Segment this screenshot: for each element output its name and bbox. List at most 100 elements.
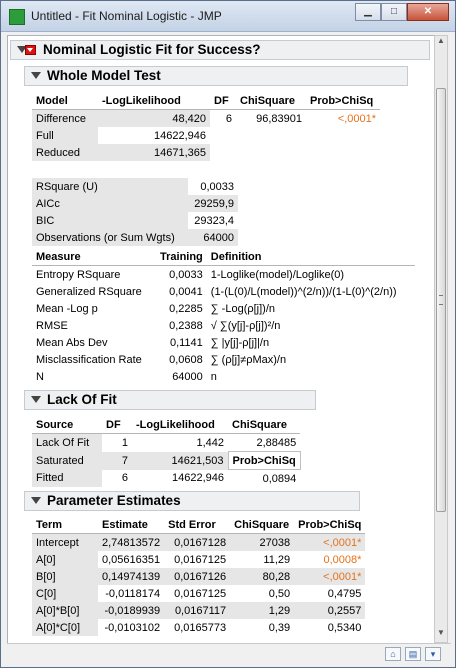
disclosure-icon[interactable] xyxy=(31,396,41,403)
table-row: Mean Abs Dev 0,1141 ∑ |y[j]-ρ[j]|/n xyxy=(32,334,415,351)
cell: 0,2285 xyxy=(169,302,203,315)
cell: 1,442 xyxy=(196,436,224,449)
col-header: Training xyxy=(160,250,203,263)
scroll-down-arrow-icon[interactable]: ▼ xyxy=(435,628,447,642)
cell: 0,2557 xyxy=(294,602,366,619)
cell: 14622,946 xyxy=(154,129,206,142)
red-triangle-menu-icon[interactable] xyxy=(25,45,36,55)
cell: A[0] xyxy=(32,551,98,568)
cell: Fitted xyxy=(32,469,102,487)
cell: Reduced xyxy=(32,144,98,161)
cell: RSquare (U) xyxy=(32,178,188,195)
cell: n xyxy=(210,370,217,383)
table-row: Full 14622,946 xyxy=(32,127,380,144)
status-bar: ⌂ ▤ ▾ xyxy=(7,643,451,666)
col-header: ChiSquare xyxy=(240,94,296,107)
close-button[interactable]: ✕ xyxy=(407,3,449,21)
cell: 1 xyxy=(121,436,128,449)
lack-of-fit-table: Source DF -LogLikelihood ChiSquare Lack … xyxy=(32,416,301,487)
cell: 64000 xyxy=(172,370,203,383)
disclosure-icon[interactable] xyxy=(31,497,41,504)
table-row: Difference 48,420 6 96,83901 <,0001* xyxy=(32,109,380,127)
col-header: Measure xyxy=(36,250,81,263)
cell: 2,88485 xyxy=(256,436,297,449)
scrollbar-thumb[interactable] xyxy=(436,88,446,512)
home-icon[interactable]: ⌂ xyxy=(385,647,401,661)
parameter-estimates-table: Term Estimate Std Error ChiSquare Prob>C… xyxy=(32,516,366,636)
col-header: -LogLikelihood xyxy=(136,418,215,431)
title-bar: Untitled - Fit Nominal Logistic - JMP ▁ … xyxy=(1,1,455,32)
col-header: Prob>ChiSq xyxy=(298,518,362,531)
cell: 0,05616351 xyxy=(102,553,161,566)
disclosure-icon[interactable] xyxy=(31,72,41,79)
cell: 0,0167117 xyxy=(164,602,231,619)
table-row: N 64000 n xyxy=(32,368,415,385)
cell: A[0]*B[0] xyxy=(32,602,98,619)
scroll-up-arrow-icon[interactable]: ▲ xyxy=(435,36,447,50)
col-header: Model xyxy=(36,94,68,107)
jmp-window: Untitled - Fit Nominal Logistic - JMP ▁ … xyxy=(0,0,456,668)
parameter-estimates-header[interactable]: Parameter Estimates xyxy=(24,491,360,511)
cell: 64000 xyxy=(188,229,238,246)
cell: 2,74813572 xyxy=(98,533,165,551)
window-list-icon[interactable]: ▤ xyxy=(405,647,421,661)
section-title: Whole Model Test xyxy=(47,68,161,83)
layout-dropdown-icon[interactable]: ▾ xyxy=(425,647,441,661)
cell: 0,0041 xyxy=(169,285,203,298)
table-row: B[0] 0,14974139 0,0167126 80,28 <,0001* xyxy=(32,568,366,585)
lack-of-fit-header[interactable]: Lack Of Fit xyxy=(24,390,316,410)
cell: <,0001* xyxy=(337,112,376,125)
report-header[interactable]: Nominal Logistic Fit for Success? xyxy=(10,40,430,60)
cell: 0,0167125 xyxy=(174,587,227,600)
table-row: Saturated 7 14621,503 Prob>ChiSq xyxy=(32,451,301,470)
cell: A[0]*C[0] xyxy=(32,619,98,636)
fit-stats-table: RSquare (U) 0,0033 AICc 29259,9 BIC 29323,4… xyxy=(32,178,238,246)
maximize-button[interactable]: □ xyxy=(381,3,407,21)
cell: 0,39 xyxy=(268,621,291,634)
col-header: Term xyxy=(36,518,63,531)
cell: 0,4795 xyxy=(327,587,362,600)
col-header: Estimate xyxy=(102,518,148,531)
cell: ∑ |y[j]-ρ[j]|/n xyxy=(210,336,270,349)
col-header: Std Error xyxy=(168,518,216,531)
cell: 0,50 xyxy=(268,587,291,600)
cell: -0,0118174 xyxy=(105,587,161,600)
cell: <,0001* xyxy=(294,533,366,551)
cell: √ ∑(y[j]-ρ[j])²/n xyxy=(210,319,281,332)
cell: 80,28 xyxy=(230,568,295,585)
cell: BIC xyxy=(32,212,188,229)
cell: AICc xyxy=(32,195,188,212)
table-row: A[0]*C[0] -0,0103102 0,0165773 0,39 0,53… xyxy=(32,619,365,636)
whole-model-test-header[interactable]: Whole Model Test xyxy=(24,66,408,86)
cell: (1-(L(0)/L(model))^(2/n))/(1-L(0)^(2/n)) xyxy=(210,285,397,298)
cell: ∑ (ρ[j]≠ρMax)/n xyxy=(210,353,287,366)
table-row: RMSE 0,2388 √ ∑(y[j]-ρ[j])²/n xyxy=(32,317,415,334)
col-header: DF xyxy=(214,94,229,107)
table-row: RSquare (U) 0,0033 xyxy=(32,178,238,195)
cell: 0,0167126 xyxy=(164,568,231,585)
table-row: Reduced 14671,365 xyxy=(32,144,380,161)
col-header: -LogLikelihood xyxy=(102,94,181,107)
cell: 0,0608 xyxy=(169,353,203,366)
minimize-button[interactable]: ▁ xyxy=(355,3,381,21)
table-row: Observations (or Sum Wgts) 64000 xyxy=(32,229,238,246)
cell: 0,2388 xyxy=(169,319,203,332)
table-row: Misclassification Rate 0,0608 ∑ (ρ[j]≠ρMax… xyxy=(32,351,415,368)
cell: RMSE xyxy=(36,319,68,332)
cell: 0,0033 xyxy=(200,180,234,193)
cell: Prob>ChiSq xyxy=(227,451,301,470)
cell: Difference xyxy=(32,109,98,127)
cell: B[0] xyxy=(32,568,98,585)
cell: -0,0103102 xyxy=(104,621,161,634)
cell: 1-Loglike(model)/Loglike(0) xyxy=(210,268,345,281)
col-header: Prob>ChiSq xyxy=(310,94,374,107)
vertical-scrollbar[interactable]: ▲ ▼ xyxy=(434,35,448,643)
cell: 29323,4 xyxy=(194,214,234,227)
table-row: Fitted 6 14622,946 0,0894 xyxy=(32,469,300,487)
cell: Saturated xyxy=(32,451,102,470)
cell: 27038 xyxy=(230,533,295,551)
cell: Mean -Log p xyxy=(36,302,98,315)
table-row: Generalized RSquare 0,0041 (1-(L(0)/L(mode… xyxy=(32,283,415,300)
cell: 11,29 xyxy=(263,553,291,566)
table-row: Intercept 2,74813572 0,0167128 27038 <,0… xyxy=(32,533,366,551)
